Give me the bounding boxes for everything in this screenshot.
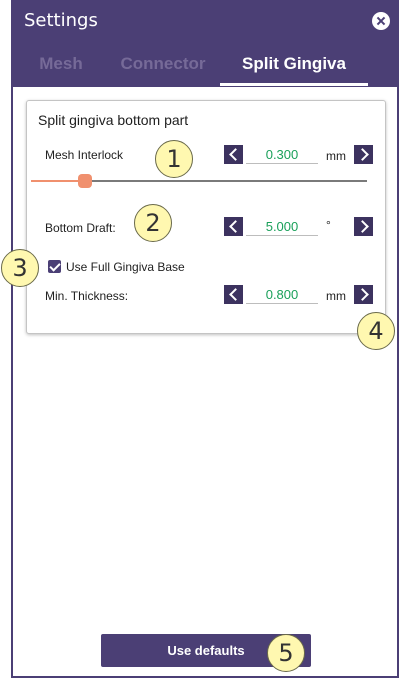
slider-track[interactable] [85, 180, 367, 182]
window-title: Settings [24, 10, 98, 31]
callout-4: 4 [357, 312, 395, 350]
callout-1: 1 [155, 140, 193, 178]
use-full-gingiva-base-label: Use Full Gingiva Base [66, 260, 185, 274]
settings-window: Settings Mesh Connector Split Gingiva Sp… [11, 0, 399, 678]
tab-connector[interactable]: Connector [107, 44, 219, 86]
mesh-interlock-unit: mm [326, 149, 346, 163]
group-title: Split gingiva bottom part [38, 112, 189, 128]
mesh-interlock-increase-button[interactable] [354, 145, 373, 164]
min-thickness-label: Min. Thickness: [45, 289, 129, 303]
bottom-draft-value[interactable]: 5.000 [246, 217, 318, 236]
bottom-draft-label: Bottom Draft: [45, 221, 116, 235]
callout-3: 3 [1, 249, 39, 287]
callout-2: 2 [134, 204, 172, 242]
bottom-draft-increase-button[interactable] [354, 217, 373, 236]
tab-content: Split gingiva bottom part Mesh Interlock… [13, 87, 397, 676]
split-gingiva-group: Split gingiva bottom part Mesh Interlock… [26, 100, 386, 334]
close-icon[interactable] [372, 12, 390, 30]
mesh-interlock-slider-thumb[interactable] [78, 174, 92, 188]
use-full-gingiva-base-checkbox[interactable] [48, 260, 61, 273]
tab-mesh[interactable]: Mesh [25, 44, 97, 86]
callout-5: 5 [267, 634, 305, 672]
min-thickness-value[interactable]: 0.800 [246, 285, 318, 304]
mesh-interlock-label: Mesh Interlock [45, 148, 124, 162]
min-thickness-unit: mm [326, 289, 346, 303]
min-thickness-decrease-button[interactable] [224, 285, 243, 304]
mesh-interlock-value[interactable]: 0.300 [246, 145, 318, 164]
slider-track-filled [31, 180, 85, 182]
min-thickness-increase-button[interactable] [354, 285, 373, 304]
bottom-draft-decrease-button[interactable] [224, 217, 243, 236]
mesh-interlock-decrease-button[interactable] [224, 145, 243, 164]
tab-split-gingiva[interactable]: Split Gingiva [220, 44, 368, 86]
bottom-draft-unit: ° [326, 218, 331, 232]
